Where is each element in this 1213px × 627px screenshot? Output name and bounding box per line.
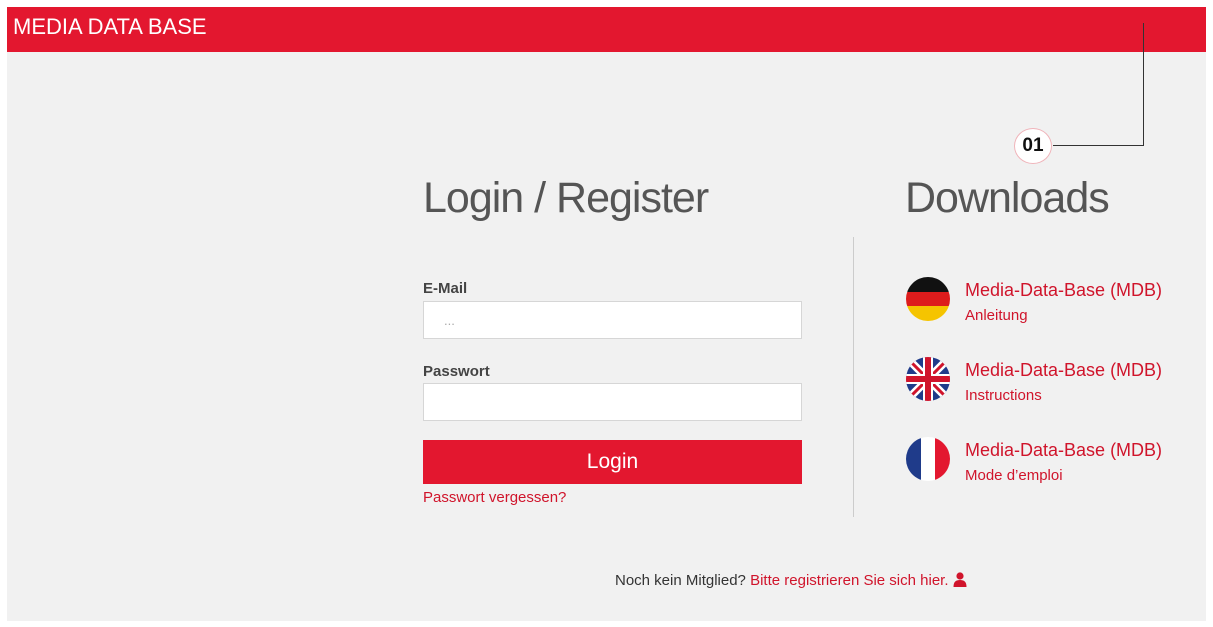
app-title[interactable]: MEDIA DATA BASE bbox=[13, 14, 207, 40]
callout-badge: 01 bbox=[1014, 128, 1052, 164]
callout-line-horizontal bbox=[1053, 145, 1144, 146]
downloads-heading: Downloads bbox=[905, 174, 1110, 222]
uk-flag-icon bbox=[906, 357, 950, 401]
email-label: E-Mail bbox=[423, 280, 468, 297]
download-subtitle: Mode d’emploi bbox=[965, 467, 1063, 484]
login-button[interactable]: Login bbox=[423, 440, 802, 484]
header-bar: MEDIA DATA BASE bbox=[7, 7, 1206, 52]
download-title: Media-Data-Base (MDB) bbox=[965, 280, 1163, 300]
register-row: Noch kein Mitglied? Bitte registrieren S… bbox=[615, 572, 967, 591]
france-flag-icon bbox=[906, 437, 950, 481]
register-prompt: Noch kein Mitglied? bbox=[615, 572, 746, 589]
download-subtitle: Anleitung bbox=[965, 307, 1028, 324]
download-item-english[interactable]: Media-Data-Base (MDB) Instructions bbox=[906, 357, 1166, 405]
column-divider bbox=[853, 237, 854, 517]
user-icon bbox=[953, 572, 967, 591]
register-link[interactable]: Bitte registrieren Sie sich hier. bbox=[750, 572, 966, 589]
download-item-german[interactable]: Media-Data-Base (MDB) Anleitung bbox=[906, 277, 1166, 325]
callout-line-vertical bbox=[1143, 23, 1144, 145]
password-label: Passwort bbox=[423, 363, 490, 380]
forgot-password-link[interactable]: Passwort vergessen? bbox=[423, 489, 566, 506]
download-title: Media-Data-Base (MDB) bbox=[965, 440, 1163, 460]
download-subtitle: Instructions bbox=[965, 387, 1042, 404]
email-field[interactable] bbox=[423, 301, 802, 339]
download-item-french[interactable]: Media-Data-Base (MDB) Mode d’emploi bbox=[906, 437, 1166, 485]
germany-flag-icon bbox=[906, 277, 950, 321]
password-field[interactable] bbox=[423, 383, 802, 421]
login-heading: Login / Register bbox=[423, 174, 709, 222]
register-link-text: Bitte registrieren Sie sich hier. bbox=[750, 572, 949, 589]
download-title: Media-Data-Base (MDB) bbox=[965, 360, 1163, 380]
